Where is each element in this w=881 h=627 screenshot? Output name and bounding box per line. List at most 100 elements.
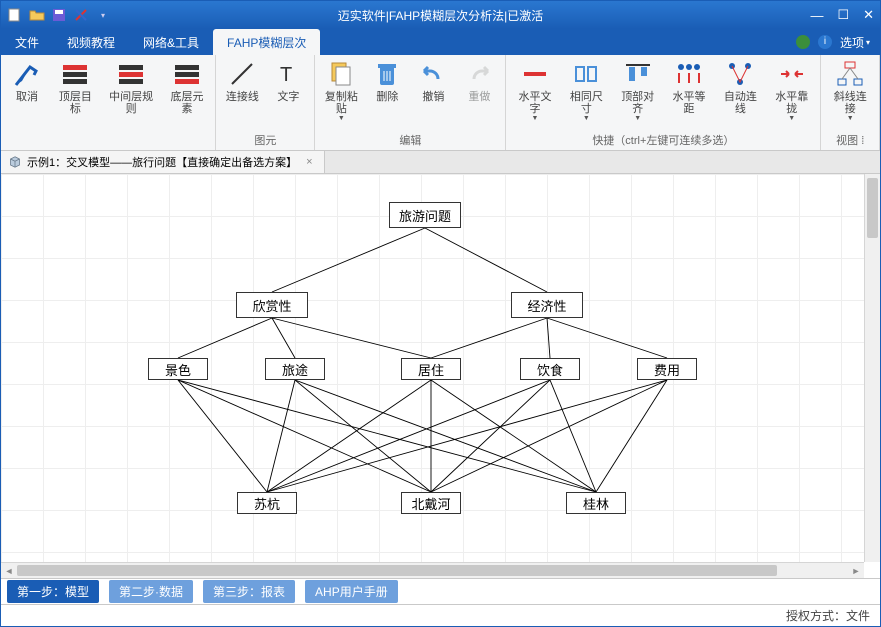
chevron-down-icon: ▼ <box>338 115 345 122</box>
ribbon-undo-button[interactable]: 撤销 <box>413 57 453 105</box>
delete-icon <box>372 59 402 89</box>
ribbon-group-label: 快捷（ctrl+左键可连续多选） <box>512 130 814 150</box>
menu-tab-0[interactable]: 文件 <box>1 29 53 55</box>
menu-tab-3[interactable]: FAHP模糊层次 <box>213 29 320 55</box>
ribbon-cancel-button[interactable]: 取消 <box>7 57 47 105</box>
node-root[interactable]: 旅游问题 <box>389 202 461 228</box>
ribbon-group: 水平文字▼相同尺寸▼顶部对齐▼水平等距自动连线水平靠拢▼快捷（ctrl+左键可连… <box>506 55 821 150</box>
document-tab[interactable]: 示例1：交叉模型——旅行问题【直接确定出备选方案】 × <box>1 151 325 173</box>
node-o3[interactable]: 桂林 <box>566 492 626 514</box>
scrollbar-thumb[interactable] <box>867 178 878 238</box>
qa-tools-icon[interactable] <box>73 7 89 23</box>
h-equal-icon <box>674 59 704 89</box>
ribbon-diag-conn-button[interactable]: 斜线连接▼ <box>827 57 873 124</box>
h-snap-icon <box>777 59 807 89</box>
cube-icon <box>9 156 21 168</box>
status-dot-green-icon[interactable] <box>796 35 810 49</box>
ribbon-h-text-button[interactable]: 水平文字▼ <box>512 57 557 124</box>
ribbon-btn-label: 相同尺寸 <box>566 91 607 115</box>
qa-dropdown-icon[interactable]: ▾ <box>95 7 111 23</box>
ribbon-toolbar: 取消顶层目标中间层规则底层元素连接线T文字图元复制粘贴▼删除撤销重做编辑水平文字… <box>1 55 880 151</box>
ribbon-btn-label: 复制粘贴 <box>323 91 359 115</box>
node-a4[interactable]: 饮食 <box>520 358 580 380</box>
menu-tab-2[interactable]: 网络&工具 <box>129 29 213 55</box>
node-o2[interactable]: 北戴河 <box>401 492 461 514</box>
ribbon-btn-label: 顶部对齐 <box>617 91 658 115</box>
ribbon-conn-line-button[interactable]: 连接线 <box>222 57 262 105</box>
ribbon-bottom-elem-button[interactable]: 底层元素 <box>165 57 210 117</box>
chevron-down-icon: ▼ <box>634 115 641 122</box>
step-button[interactable]: AHP用户手册 <box>305 580 398 603</box>
ribbon-btn-label: 水平等距 <box>668 91 709 115</box>
chevron-down-icon: ▼ <box>532 115 539 122</box>
step-button[interactable]: 第三步：报表 <box>203 580 295 603</box>
status-text: 授权方式：文件 <box>786 607 870 624</box>
menu-bar: 文件视频教程网络&工具FAHP模糊层次 i 选项 ▾ <box>1 29 880 55</box>
menu-tabs: 文件视频教程网络&工具FAHP模糊层次 <box>1 29 320 55</box>
minimize-button[interactable]: — <box>810 8 823 23</box>
step-button[interactable]: 第二步·数据 <box>109 580 193 603</box>
info-icon[interactable]: i <box>818 35 832 49</box>
ribbon-same-size-button[interactable]: 相同尺寸▼ <box>564 57 609 124</box>
ribbon-btn-label: 水平靠拢 <box>771 91 812 115</box>
bottom-elem-icon <box>172 59 202 89</box>
ribbon-top-goal-button[interactable]: 顶层目标 <box>53 57 98 117</box>
qa-save-icon[interactable] <box>51 7 67 23</box>
ribbon-redo-button[interactable]: 重做 <box>459 57 499 105</box>
scroll-right-icon[interactable]: ► <box>848 566 864 576</box>
ribbon-delete-button[interactable]: 删除 <box>367 57 407 105</box>
ribbon-auto-conn-button[interactable]: 自动连线 <box>718 57 763 117</box>
vertical-scrollbar[interactable] <box>864 174 880 562</box>
top-goal-icon <box>60 59 90 89</box>
title-bar: ▾ 迈实软件|FAHP模糊层次分析法|已激活 — ☐ ✕ <box>1 1 880 29</box>
mid-rule-icon <box>116 59 146 89</box>
ribbon-h-equal-button[interactable]: 水平等距 <box>666 57 711 117</box>
ribbon-btn-label: 底层元素 <box>167 91 208 115</box>
ribbon-top-align-button[interactable]: 顶部对齐▼ <box>615 57 660 124</box>
ribbon-group-label: 编辑 <box>321 130 499 150</box>
node-a5[interactable]: 费用 <box>637 358 697 380</box>
maximize-button[interactable]: ☐ <box>837 7 849 23</box>
h-text-icon <box>520 59 550 89</box>
node-c1[interactable]: 欣赏性 <box>236 292 308 318</box>
ribbon-btn-label: 重做 <box>468 91 490 103</box>
auto-conn-icon <box>725 59 755 89</box>
close-tab-button[interactable]: × <box>303 156 315 168</box>
menu-tab-1[interactable]: 视频教程 <box>53 29 129 55</box>
ribbon-group-label: 视图 ⁞ <box>827 130 873 150</box>
ribbon-btn-label: 顶层目标 <box>55 91 96 115</box>
same-size-icon <box>571 59 601 89</box>
chevron-down-icon: ▼ <box>847 115 854 122</box>
scroll-left-icon[interactable]: ◄ <box>1 566 17 576</box>
options-button[interactable]: 选项 ▾ <box>840 34 870 51</box>
ribbon-group: 连接线T文字图元 <box>216 55 315 150</box>
redo-icon <box>464 59 494 89</box>
ribbon-h-snap-button[interactable]: 水平靠拢▼ <box>769 57 814 124</box>
node-o1[interactable]: 苏杭 <box>237 492 297 514</box>
conn-line-icon <box>227 59 257 89</box>
text-icon: T <box>273 59 303 89</box>
options-label: 选项 <box>840 34 864 51</box>
qa-new-icon[interactable] <box>7 7 23 23</box>
ribbon-group: 取消顶层目标中间层规则底层元素 <box>1 55 216 150</box>
node-c2[interactable]: 经济性 <box>511 292 583 318</box>
scrollbar-thumb-h[interactable] <box>17 565 777 576</box>
step-button[interactable]: 第一步：模型 <box>7 580 99 603</box>
horizontal-scrollbar[interactable]: ◄ ► <box>1 562 864 578</box>
ribbon-mid-rule-button[interactable]: 中间层规则 <box>104 57 159 117</box>
status-bar: 授权方式：文件 <box>1 604 880 626</box>
node-a3[interactable]: 居住 <box>401 358 461 380</box>
qa-open-icon[interactable] <box>29 7 45 23</box>
quick-access: ▾ <box>7 7 111 23</box>
ribbon-copy-paste-button[interactable]: 复制粘贴▼ <box>321 57 361 124</box>
canvas-area[interactable]: 旅游问题欣赏性 经济性景色 旅途 居住 饮食 费用苏杭 北戴河 桂林 ◄ ► <box>1 174 880 578</box>
ribbon-btn-label: 连接线 <box>226 91 259 103</box>
document-tab-strip: 示例1：交叉模型——旅行问题【直接确定出备选方案】 × <box>1 151 880 174</box>
close-button[interactable]: ✕ <box>863 7 874 23</box>
node-a2[interactable]: 旅途 <box>265 358 325 380</box>
cancel-icon <box>12 59 42 89</box>
node-a1[interactable]: 景色 <box>148 358 208 380</box>
svg-text:T: T <box>280 64 292 86</box>
copy-paste-icon <box>326 59 356 89</box>
ribbon-text-button[interactable]: T文字 <box>268 57 308 105</box>
